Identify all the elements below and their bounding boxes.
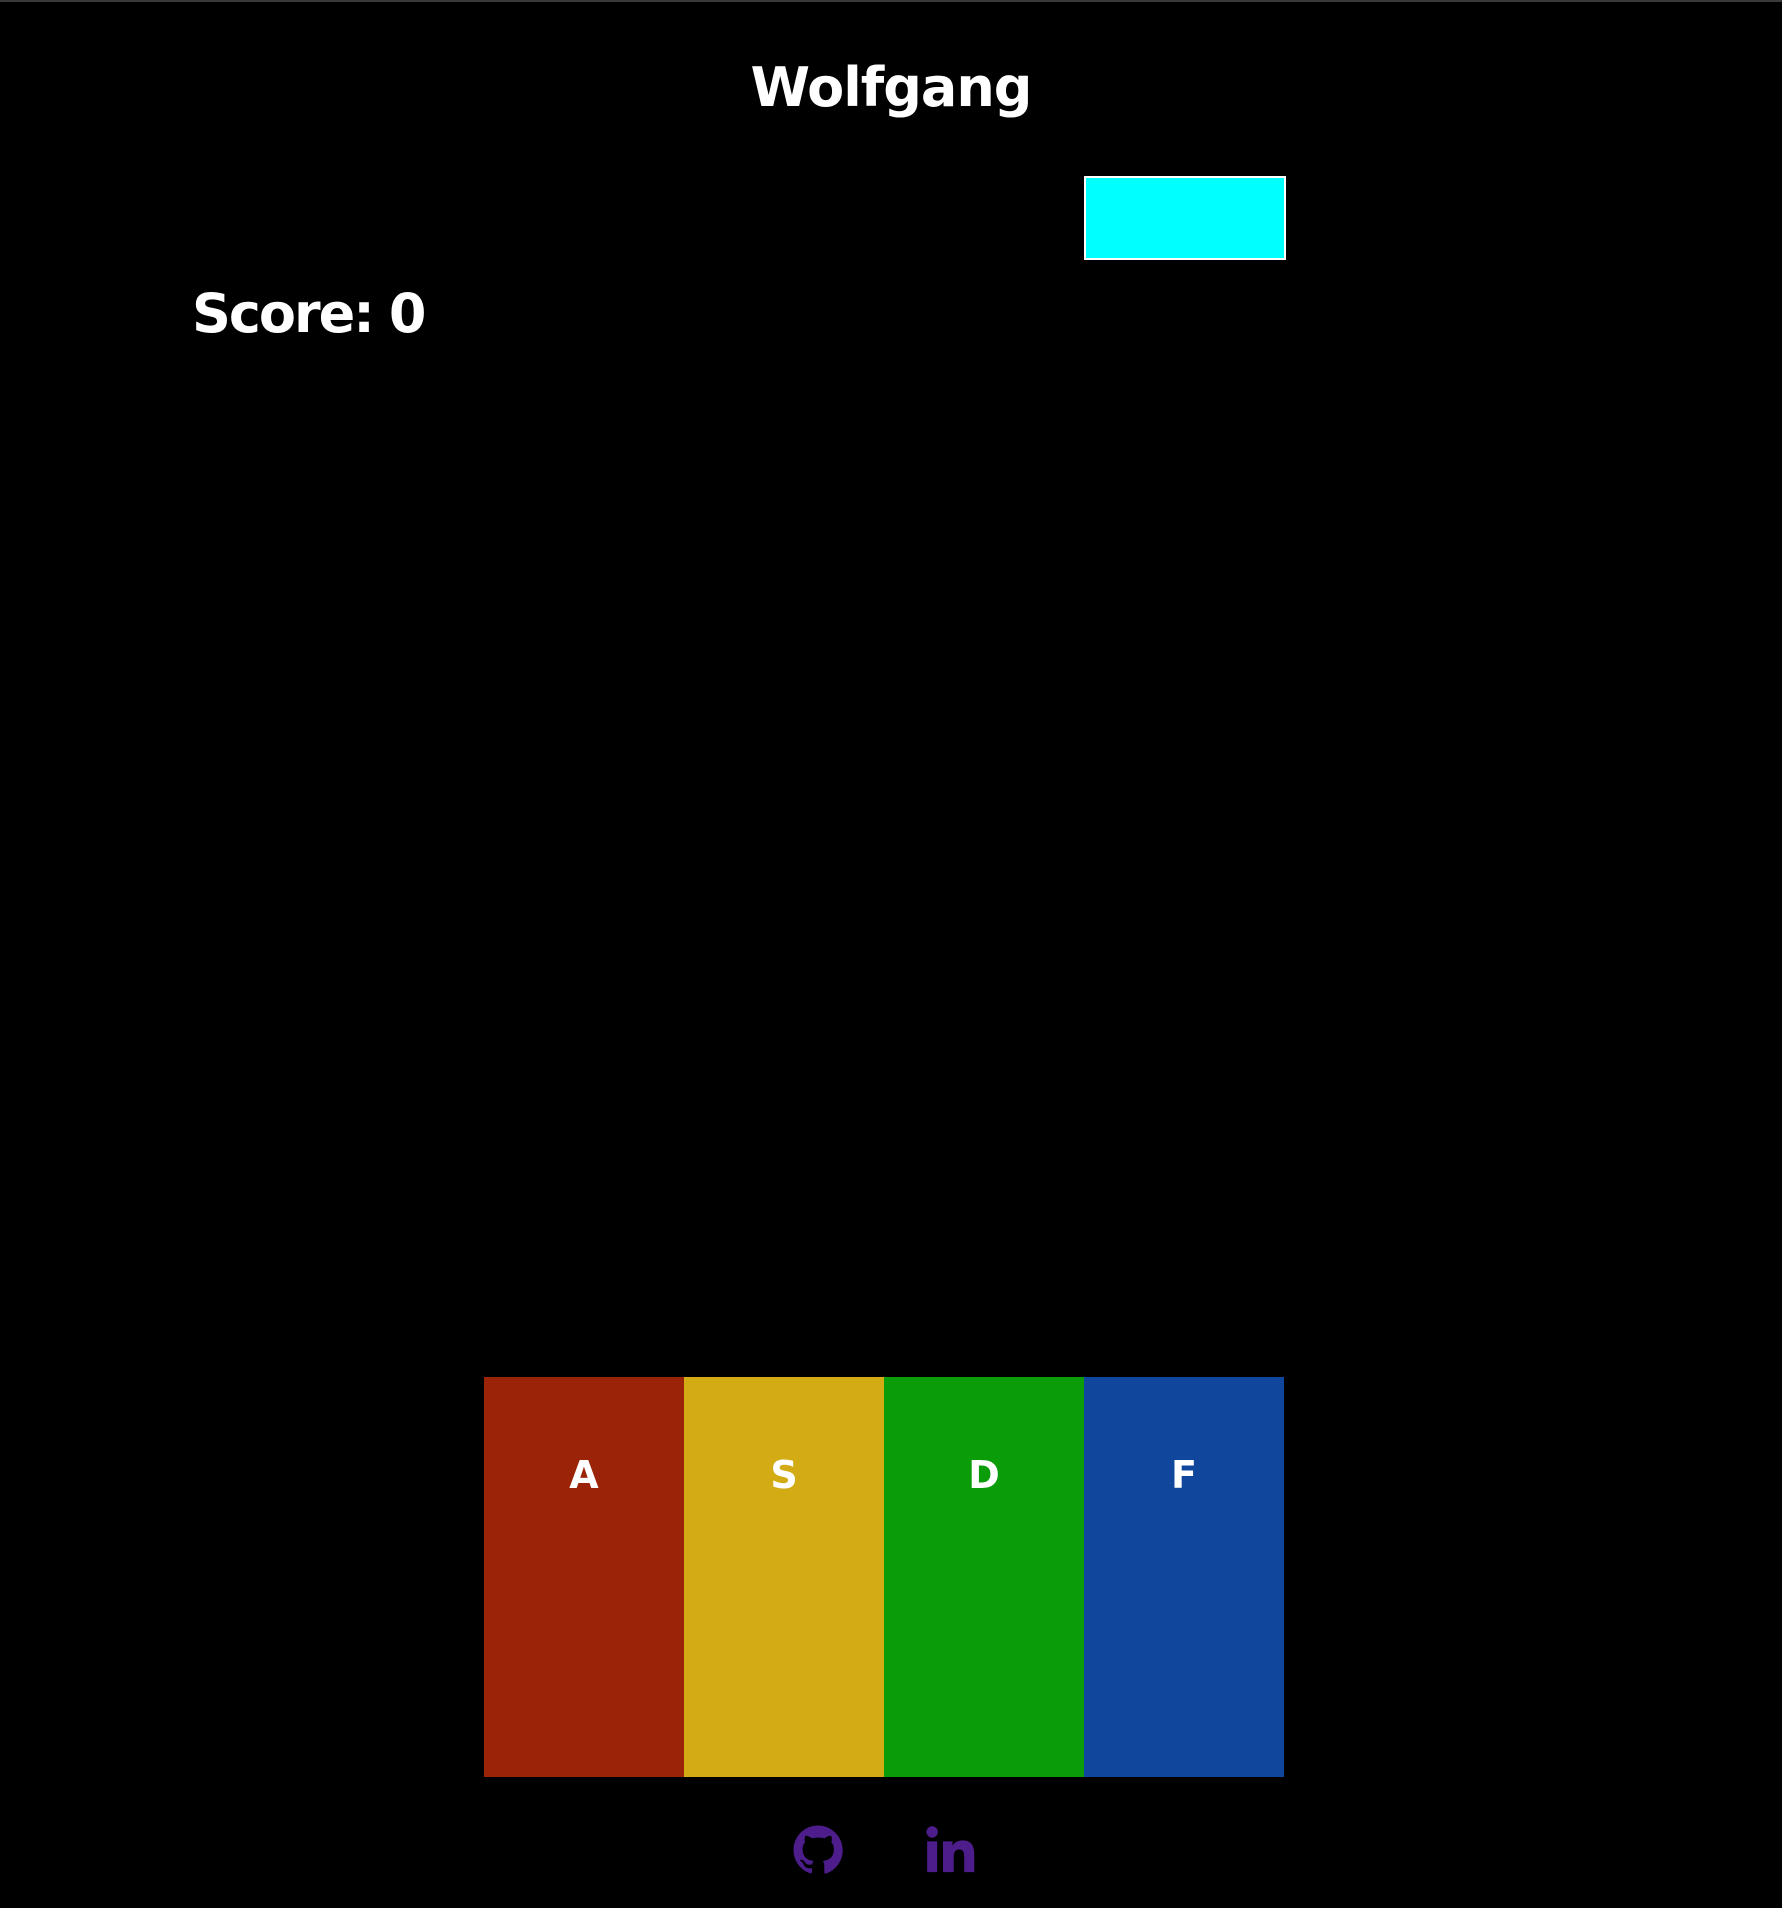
score-label: Score: bbox=[192, 282, 375, 345]
key-label-d: D bbox=[968, 1453, 1000, 1497]
score-display: Score: 0 bbox=[192, 282, 427, 345]
game-title: Wolfgang bbox=[750, 56, 1033, 119]
key-lane-f[interactable]: F bbox=[1084, 1377, 1284, 1777]
key-lane-d[interactable]: D bbox=[884, 1377, 1084, 1777]
key-label-f: F bbox=[1171, 1453, 1197, 1497]
key-label-a: A bbox=[569, 1453, 599, 1497]
key-label-s: S bbox=[770, 1453, 798, 1497]
score-value: 0 bbox=[388, 282, 427, 345]
linkedin-link[interactable] bbox=[920, 1822, 980, 1878]
game-page: Wolfgang Score: 0 A S D F bbox=[0, 0, 1782, 1908]
key-lanes: A S D F bbox=[484, 1377, 1284, 1777]
linkedin-icon bbox=[926, 1826, 975, 1873]
footer bbox=[0, 1822, 1782, 1878]
key-lane-a[interactable]: A bbox=[484, 1377, 684, 1777]
falling-note bbox=[1084, 176, 1286, 260]
key-lane-s[interactable]: S bbox=[684, 1377, 884, 1777]
github-icon bbox=[793, 1825, 843, 1874]
github-link[interactable] bbox=[788, 1822, 848, 1878]
window-top-border bbox=[0, 0, 1782, 2]
